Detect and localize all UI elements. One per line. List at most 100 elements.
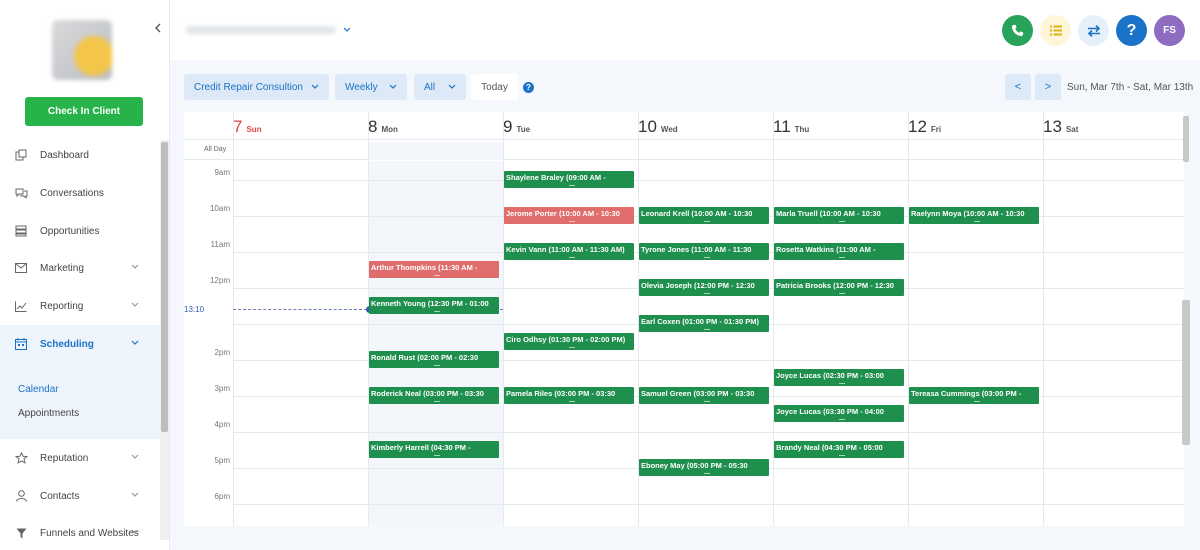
submenu-item-appointments[interactable]: Appointments [18,408,79,419]
day-header-sun[interactable]: 7 Sun [233,117,262,137]
appointment-event[interactable]: Patricia Brooks (12:00 PM - 12:30 [774,278,904,296]
appointment-event[interactable]: Kimberly Harrell (04:30 PM - [369,440,499,458]
help-icon: ? [1126,21,1137,39]
switch-location-button[interactable] [1078,15,1109,46]
appointment-event[interactable]: Brandy Neal (04:30 PM - 05:00 [774,440,904,458]
chevron-down-icon[interactable] [130,300,140,310]
day-number: 8 [368,117,378,136]
hour-label: 11am [210,239,230,249]
appointment-event[interactable]: Samuel Green (03:00 PM - 03:30 [639,386,769,404]
sidebar-item-reporting[interactable]: Reporting [0,287,160,325]
day-number: 13 [1043,117,1062,136]
appointment-event[interactable]: Pamela Riles (03:00 PM - 03:30 [504,386,634,404]
hour-label: 12pm [209,275,230,285]
sidebar-item-funnels[interactable]: Funnels and Websites [0,514,160,550]
chevron-down-icon[interactable] [130,490,140,500]
appointment-event[interactable]: Olevia Joseph (12:00 PM - 12:30 [639,278,769,296]
appointment-event[interactable]: Eboney May (05:00 PM - 05:30 [639,458,769,476]
tasks-icon [1049,25,1062,36]
chevron-down-icon[interactable] [130,262,140,272]
sidebar-item-conversations[interactable]: Conversations [0,174,160,212]
appointment-event[interactable]: Rosetta Watkins (11:00 AM - [774,242,904,260]
hour-gridline [233,179,1184,181]
sidebar-item-label: Opportunities [40,225,100,237]
help-circle-icon[interactable]: ? [523,82,534,93]
calendar-scrollbar-thumb[interactable] [1182,300,1190,445]
chevron-down-icon [311,84,319,89]
view-select[interactable]: Weekly [335,74,407,100]
day-header-fri[interactable]: 12 Fri [908,117,941,137]
hour-gridline [233,503,1184,505]
day-name: Sat [1065,125,1079,134]
tasks-button[interactable] [1040,15,1071,46]
day-number: 12 [908,117,927,136]
top-header: ? FS [170,0,1200,60]
prev-week-button[interactable]: < [1005,74,1031,100]
sidebar-scrollbar[interactable] [160,140,169,540]
phone-button[interactable] [1002,15,1033,46]
chevron-down-icon[interactable] [130,338,140,348]
appointment-event[interactable]: Tyrone Jones (11:00 AM - 11:30 [639,242,769,260]
sidebar-item-scheduling[interactable]: Scheduling [0,325,160,363]
time-grid[interactable]: 9am10am11am12pm2pm3pm4pm5pm6pm7pm13:10Sh… [184,112,1184,526]
filter-select[interactable]: All [414,74,466,100]
sidebar-scrollbar-thumb[interactable] [161,142,168,432]
day-name: Thu [794,125,810,134]
sidebar-item-marketing[interactable]: Marketing [0,249,160,287]
day-header-thu[interactable]: 11 Thu [773,117,809,137]
chevron-down-icon[interactable] [130,527,140,537]
sidebar: Check In Client Dashboard Conversations … [0,0,170,550]
day-header-wed[interactable]: 10 Wed [638,117,678,137]
user-avatar[interactable]: FS [1154,15,1185,46]
calendar-scrollbar-thumb-top[interactable] [1183,116,1189,162]
appointment-event[interactable]: Leonard Krell (10:00 AM - 10:30 [639,206,769,224]
day-column-divider [233,112,234,526]
hour-label: 9am [214,167,230,177]
sidebar-item-dashboard[interactable]: Dashboard [0,136,160,174]
location-select[interactable] [186,23,346,37]
view-select-value: Weekly [345,81,378,93]
all-day-lane-highlight [368,142,503,160]
chat-icon [14,186,28,200]
appointment-event[interactable]: Kenneth Young (12:30 PM - 01:00 [369,296,499,314]
calendar-icon [14,337,28,351]
check-in-client-button[interactable]: Check In Client [25,97,143,126]
sidebar-item-label: Funnels and Websites [40,527,139,539]
appointment-event[interactable]: Raelynn Moya (10:00 AM - 10:30 [909,206,1039,224]
sidebar-item-reputation[interactable]: Reputation [0,439,160,477]
day-header-mon[interactable]: 8 Mon [368,117,398,137]
star-icon [14,451,28,465]
calendar-select-value: Credit Repair Consultion [194,81,303,93]
appointment-event[interactable]: Joyce Lucas (03:30 PM - 04:00 [774,404,904,422]
hour-label: 4pm [214,419,230,429]
appointment-event[interactable]: Joyce Lucas (02:30 PM - 03:00 [774,368,904,386]
all-day-row[interactable]: All Day [184,140,1184,160]
day-number: 7 [233,117,243,136]
submenu-item-calendar[interactable]: Calendar [18,384,59,395]
chevron-down-icon[interactable] [342,25,352,35]
appointment-event[interactable]: Tereasa Cummings (03:00 PM - [909,386,1039,404]
appointment-event[interactable]: Earl Coxen (01:00 PM - 01:30 PM) [639,314,769,332]
appointment-event[interactable]: Marla Truell (10:00 AM - 10:30 [774,206,904,224]
appointment-event[interactable]: Arthur Thompkins (11:30 AM - [369,260,499,278]
day-header-sat[interactable]: 13 Sat [1043,117,1078,137]
day-header-tue[interactable]: 9 Tue [503,117,530,137]
next-week-button[interactable]: > [1035,74,1061,100]
appointment-event[interactable]: Ronald Rust (02:00 PM - 02:30 [369,350,499,368]
appointment-event[interactable]: Jerome Porter (10:00 AM - 10:30 [504,206,634,224]
calendar-select[interactable]: Credit Repair Consultion [184,74,329,100]
chevron-down-icon[interactable] [130,452,140,462]
sidebar-item-contacts[interactable]: Contacts [0,477,160,515]
sidebar-item-label: Scheduling [40,338,94,350]
today-button[interactable]: Today [471,74,518,100]
avatar-initials: FS [1163,25,1176,36]
collapse-sidebar-icon[interactable] [153,20,163,36]
sidebar-item-label: Reputation [40,452,89,464]
sidebar-item-opportunities[interactable]: Opportunities [0,212,160,250]
appointment-event[interactable]: Kevin Vann (11:00 AM - 11:30 AM) [504,242,634,260]
appointment-event[interactable]: Shaylene Braley (09:00 AM - [504,170,634,188]
appointment-event[interactable]: Roderick Neal (03:00 PM - 03:30 [369,386,499,404]
help-button[interactable]: ? [1116,15,1147,46]
dashboard-icon [14,148,28,162]
appointment-event[interactable]: Ciro Odhsy (01:30 PM - 02:00 PM) [504,332,634,350]
